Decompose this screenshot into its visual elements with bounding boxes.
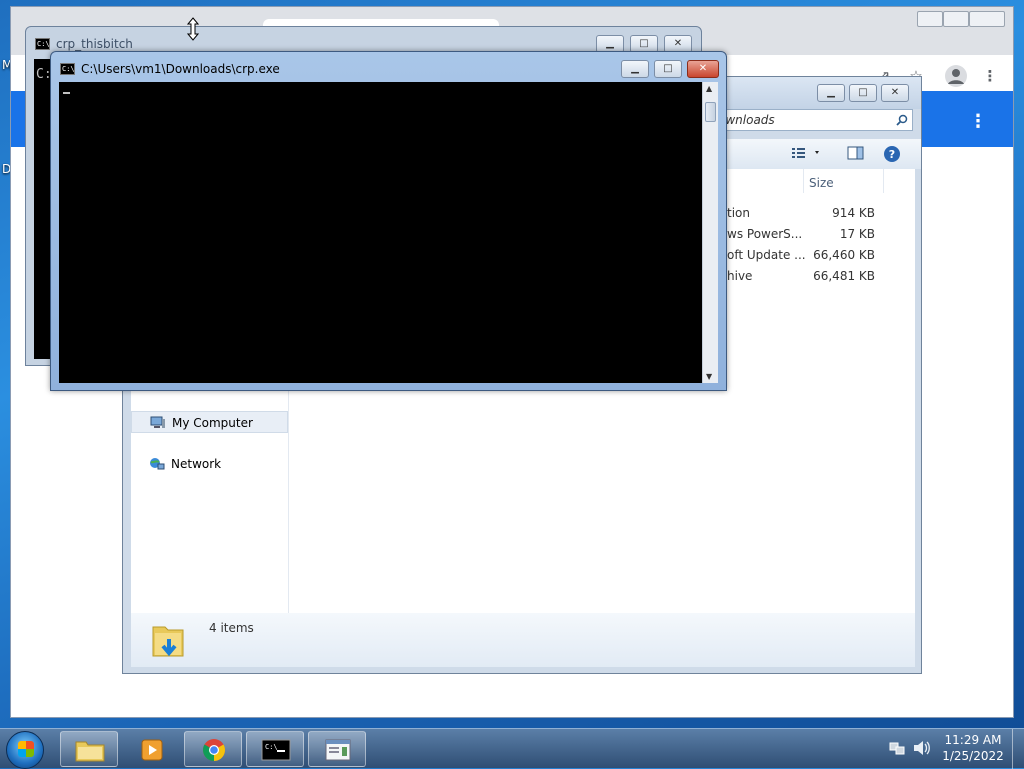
chrome-close-button[interactable] xyxy=(969,11,1005,27)
file-type-cell[interactable]: ws PowerS... xyxy=(727,224,802,245)
folder-icon xyxy=(75,741,105,762)
status-item-count: 4 items xyxy=(209,621,254,635)
column-header-size[interactable]: Size xyxy=(809,171,834,195)
scroll-down-arrow-icon[interactable]: ▼ xyxy=(706,372,712,381)
nav-item-my-computer[interactable]: My Computer xyxy=(131,411,288,433)
explorer-minimize-button[interactable]: ▁ xyxy=(817,84,845,102)
file-size-cell: 17 KB xyxy=(839,227,875,241)
explorer-maximize-button[interactable]: □ xyxy=(849,84,877,102)
help-icon[interactable]: ? xyxy=(883,145,901,166)
console-window-crp-exe[interactable]: C:\ C:\Users\vm1\Downloads\crp.exe ▁ □ ✕… xyxy=(50,51,727,391)
page-menu-icon[interactable]: ⋮ xyxy=(969,111,987,132)
column-divider xyxy=(883,169,884,193)
details-pane: 4 items xyxy=(131,613,915,667)
taskbar-app-button[interactable] xyxy=(308,731,366,767)
computer-icon xyxy=(150,415,166,429)
file-type-cell[interactable]: tion xyxy=(727,203,750,224)
folder-download-icon xyxy=(151,619,187,664)
show-desktop-button[interactable] xyxy=(1012,729,1024,769)
text-cursor xyxy=(63,92,70,94)
file-type-cell[interactable]: hive xyxy=(727,266,752,287)
console-close-button[interactable]: ✕ xyxy=(687,60,719,78)
nav-item-network[interactable]: Network xyxy=(131,453,288,475)
view-options-icon[interactable] xyxy=(791,145,821,164)
nav-item-label: My Computer xyxy=(172,416,253,430)
svg-text:?: ? xyxy=(889,148,895,161)
taskbar-cmd-button[interactable]: C:\ xyxy=(246,731,304,767)
console-minimize-button[interactable]: ▁ xyxy=(621,60,649,78)
file-size-cell: 66,481 KB xyxy=(813,269,875,283)
search-icon[interactable] xyxy=(896,110,908,132)
taskbar: C:\ 11:29 AM 1/25/2022 xyxy=(0,728,1024,769)
file-size-cell: 66,460 KB xyxy=(813,248,875,262)
console-output[interactable] xyxy=(59,82,702,383)
windows-logo-icon xyxy=(18,741,34,757)
console-icon: C:\ xyxy=(35,38,50,50)
file-type-cell[interactable]: oft Update ... xyxy=(727,245,806,266)
svg-text:C:\: C:\ xyxy=(265,743,278,751)
clock-time: 11:29 AM xyxy=(944,733,1002,747)
kebab-menu-icon[interactable]: ⋮ xyxy=(981,67,999,85)
scroll-up-arrow-icon[interactable]: ▲ xyxy=(706,84,712,93)
file-size-cell: 914 KB xyxy=(832,206,875,220)
window-title: crp_thisbitch xyxy=(56,37,133,51)
taskbar-chrome-button[interactable] xyxy=(184,731,242,767)
chrome-minimize-button[interactable] xyxy=(917,11,943,27)
scrollbar-thumb[interactable] xyxy=(705,102,716,122)
chrome-maximize-button[interactable] xyxy=(943,11,969,27)
start-button[interactable] xyxy=(6,731,44,769)
resize-cursor-icon xyxy=(186,17,200,44)
explorer-close-button[interactable]: ✕ xyxy=(881,84,909,102)
console-maximize-button[interactable]: □ xyxy=(654,60,682,78)
system-clock[interactable]: 11:29 AM 1/25/2022 xyxy=(940,733,1006,763)
cmd-icon: C:\ xyxy=(261,739,291,761)
clock-date: 1/25/2022 xyxy=(942,749,1004,763)
explorer-search-box[interactable]: ownloads xyxy=(713,109,913,131)
network-icon xyxy=(149,456,165,470)
chrome-icon xyxy=(203,739,225,761)
network-tray-icon[interactable] xyxy=(888,739,906,760)
nav-item-label: Network xyxy=(171,457,222,471)
preview-pane-icon[interactable] xyxy=(847,145,865,164)
taskbar-media-player-button[interactable] xyxy=(122,731,180,767)
console-scrollbar[interactable]: ▲ ▼ xyxy=(702,82,718,383)
window-app-icon xyxy=(325,739,351,761)
column-divider xyxy=(803,169,804,193)
profile-icon[interactable] xyxy=(945,65,967,87)
volume-tray-icon[interactable] xyxy=(912,739,932,760)
console-icon: C:\ xyxy=(60,63,75,75)
window-title: C:\Users\vm1\Downloads\crp.exe xyxy=(81,62,280,76)
taskbar-explorer-button[interactable] xyxy=(60,731,118,767)
media-player-icon xyxy=(141,739,163,761)
